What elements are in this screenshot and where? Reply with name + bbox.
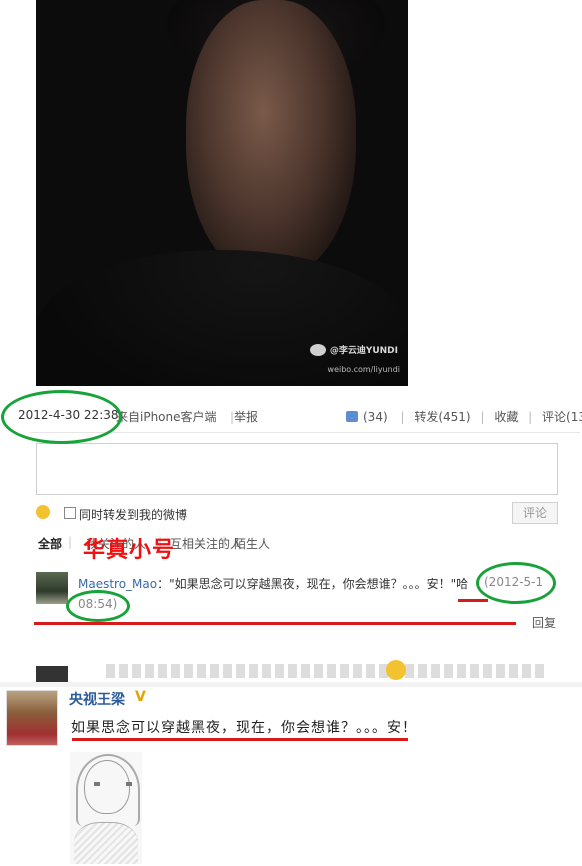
emoji-icon[interactable] — [36, 505, 50, 519]
comment-submit-button[interactable]: 评论 — [512, 502, 558, 524]
report-label[interactable]: 举报 — [234, 410, 258, 424]
annotation-underline — [458, 599, 488, 602]
reply-link[interactable]: 回复 — [532, 614, 556, 631]
photo-watermark: @李云迪YUNDI — [309, 343, 398, 356]
thumb-up-icon — [346, 411, 358, 422]
comment-username[interactable]: Maestro_Mao — [78, 577, 157, 591]
photo-face — [186, 0, 356, 280]
sketch-body — [74, 822, 138, 864]
avatar[interactable] — [36, 666, 68, 682]
separator: | — [400, 410, 405, 424]
repost-checkbox[interactable] — [64, 507, 76, 519]
comment-button[interactable]: 评论(1380) — [542, 410, 582, 424]
separator: | — [222, 535, 227, 549]
weibo-logo-icon — [309, 344, 326, 356]
divider — [0, 682, 582, 687]
like-button[interactable]: (34) — [346, 410, 391, 424]
avatar[interactable] — [36, 572, 68, 604]
post-text: 如果思念可以穿越黑夜，现在，你会想谁？。。。安！ — [71, 720, 417, 736]
filter-mutual[interactable]: 互相关注的人 — [170, 535, 242, 552]
filter-all[interactable]: 全部 — [38, 535, 62, 552]
separator: | — [68, 535, 73, 549]
divider — [30, 432, 580, 433]
watermark-url: weibo.com/liyundi — [327, 365, 400, 374]
post-image-sketch[interactable] — [70, 752, 142, 864]
smiley-icon — [386, 660, 406, 680]
repost-button[interactable]: 转发(451) — [414, 410, 470, 424]
post-actions: (34) | 转发(451) | 收藏 | 评论(1380) — [343, 408, 582, 425]
comment-text: Maestro_Mao："如果思念可以穿越黑夜，现在，你会想谁？。。。安！"哈 — [78, 575, 468, 592]
separator: | — [528, 410, 533, 424]
like-count: (34) — [363, 410, 388, 424]
annotation-label: 华真小号 — [83, 538, 176, 563]
annotation-circle — [66, 590, 130, 622]
watermark-handle: @李云迪YUNDI — [329, 345, 398, 356]
post-photo[interactable]: @李云迪YUNDI weibo.com/liyundi — [36, 0, 408, 386]
obscured-comment-text — [106, 664, 546, 678]
verified-badge-icon: V — [135, 689, 146, 705]
report-link[interactable]: |举报 — [230, 408, 258, 425]
filter-stranger[interactable]: 陌生人 — [234, 535, 270, 552]
post-author-name[interactable]: 央视王梁 — [69, 689, 125, 709]
annotation-circle — [476, 562, 556, 604]
annotation-underline — [72, 738, 408, 741]
comment-body: ："如果思念可以穿越黑夜，现在，你会想谁？。。。安！"哈 — [157, 577, 469, 591]
separator: | — [480, 410, 485, 424]
list-item — [36, 660, 576, 682]
repost-checkbox-label: 同时转发到我的微博 — [79, 508, 188, 522]
post-source[interactable]: 来自iPhone客户端 — [116, 408, 217, 425]
favorite-button[interactable]: 收藏 — [494, 410, 518, 424]
annotation-circle — [1, 390, 122, 444]
comment-input[interactable] — [36, 443, 558, 495]
avatar[interactable] — [6, 690, 58, 746]
sketch-eyes — [94, 782, 132, 786]
annotation-underline — [34, 622, 516, 625]
sketch-face — [84, 760, 130, 814]
